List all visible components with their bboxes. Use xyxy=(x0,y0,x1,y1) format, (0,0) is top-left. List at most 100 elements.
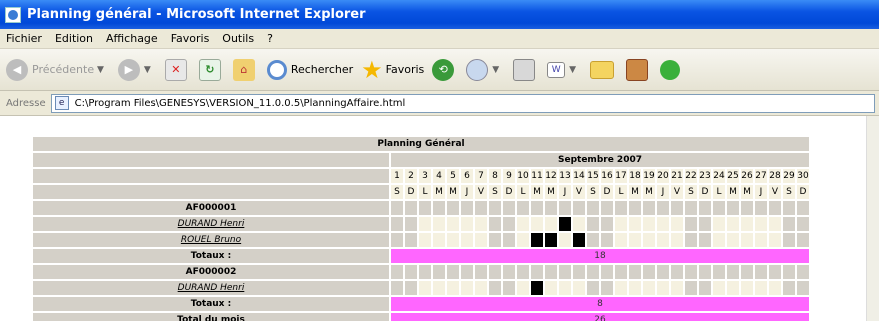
weekday-letter: M xyxy=(447,185,459,199)
messenger-icon xyxy=(660,59,681,80)
refresh-button[interactable]: ↻ xyxy=(198,58,225,81)
day-cell xyxy=(391,265,403,279)
day-number: 18 xyxy=(629,169,641,183)
day-number: 11 xyxy=(531,169,543,183)
mail-icon xyxy=(466,58,489,81)
weekday-letter: M xyxy=(433,185,445,199)
resource-name-link[interactable]: ROUEL Bruno xyxy=(33,233,389,247)
day-cell xyxy=(643,217,655,231)
forward-dropdown-icon[interactable]: ▼ xyxy=(144,65,151,75)
weekday-letter: L xyxy=(419,185,431,199)
resource-name-link[interactable]: DURAND Henri xyxy=(33,217,389,231)
day-cell xyxy=(643,265,655,279)
day-cell xyxy=(587,233,599,247)
menu-favoris[interactable]: Favoris xyxy=(171,32,210,45)
day-cell xyxy=(475,265,487,279)
day-cell xyxy=(741,265,753,279)
busy-day-cell xyxy=(531,281,543,295)
day-cell xyxy=(559,201,571,215)
page-content: Planning Général Septembre 2007 1 2 3 4 5 6 7 8 9 1… xyxy=(0,116,879,321)
back-button[interactable]: ◀ Précédente ▼ xyxy=(6,58,110,81)
day-cell xyxy=(433,281,445,295)
day-cell xyxy=(657,217,669,231)
day-cell xyxy=(797,201,809,215)
resource-name-link[interactable]: DURAND Henri xyxy=(33,281,389,295)
favorites-button[interactable]: ★ Favoris xyxy=(361,55,424,84)
weekday-letter: D xyxy=(601,185,613,199)
address-bar: Adresse e C:\Program Files\GENESYS\VERSI… xyxy=(0,91,879,116)
day-cell xyxy=(727,217,739,231)
menu-affichage[interactable]: Affichage xyxy=(106,32,158,45)
day-cell xyxy=(419,201,431,215)
folder-button[interactable] xyxy=(590,60,618,79)
address-input[interactable]: e C:\Program Files\GENESYS\VERSION_11.0.… xyxy=(50,93,875,113)
day-cell xyxy=(433,201,445,215)
day-number: 16 xyxy=(601,169,613,183)
day-number: 26 xyxy=(741,169,753,183)
day-cell xyxy=(713,233,725,247)
search-button[interactable]: Rechercher xyxy=(266,59,353,80)
weekday-letter: V xyxy=(475,185,487,199)
day-cell xyxy=(671,265,683,279)
mail-button[interactable]: ▼ xyxy=(466,58,505,81)
day-cell xyxy=(769,265,781,279)
edit-button[interactable]: W ▼ xyxy=(547,61,582,78)
day-cell xyxy=(797,233,809,247)
day-cell xyxy=(447,265,459,279)
day-cell xyxy=(657,265,669,279)
messenger-button[interactable] xyxy=(660,59,684,80)
weekday-letter: M xyxy=(741,185,753,199)
planning-title: Planning Général xyxy=(33,137,809,151)
day-cell xyxy=(559,265,571,279)
refresh-icon: ↻ xyxy=(198,58,221,81)
day-cell xyxy=(615,217,627,231)
day-number: 3 xyxy=(419,169,431,183)
day-cell xyxy=(755,233,767,247)
totals-value: 18 xyxy=(391,249,809,263)
back-dropdown-icon[interactable]: ▼ xyxy=(94,65,104,75)
day-cell xyxy=(769,217,781,231)
menu-fichier[interactable]: Fichier xyxy=(6,32,42,45)
day-cell xyxy=(419,281,431,295)
day-cell xyxy=(657,201,669,215)
weekday-letter: J xyxy=(755,185,767,199)
day-cell xyxy=(391,281,403,295)
day-cell xyxy=(503,233,515,247)
day-cell xyxy=(405,265,417,279)
menu-edition[interactable]: Edition xyxy=(55,32,93,45)
weekday-letter: J xyxy=(461,185,473,199)
forward-button[interactable]: ▶ ▼ xyxy=(117,58,157,81)
printer-icon xyxy=(513,58,536,81)
research-button[interactable] xyxy=(626,58,652,81)
menu-help[interactable]: ? xyxy=(267,32,273,45)
menu-outils[interactable]: Outils xyxy=(222,32,254,45)
day-cell xyxy=(755,201,767,215)
mail-dropdown-icon[interactable]: ▼ xyxy=(492,65,499,75)
star-icon: ★ xyxy=(361,55,383,84)
weekday-letter: L xyxy=(615,185,627,199)
home-button[interactable]: ⌂ xyxy=(232,58,259,81)
stop-button[interactable]: ✕ xyxy=(164,58,191,81)
day-cell xyxy=(587,217,599,231)
weekday-letter: D xyxy=(797,185,809,199)
day-cell xyxy=(629,281,641,295)
day-cell xyxy=(727,201,739,215)
day-cell xyxy=(503,265,515,279)
day-cell xyxy=(545,201,557,215)
weekday-letter: S xyxy=(587,185,599,199)
weekday-letter: V xyxy=(769,185,781,199)
day-cell xyxy=(517,265,529,279)
day-cell xyxy=(755,281,767,295)
vertical-scrollbar[interactable] xyxy=(866,116,879,321)
day-number: 4 xyxy=(433,169,445,183)
print-button[interactable] xyxy=(513,58,539,81)
history-button[interactable]: ⟲ xyxy=(432,58,458,81)
weekday-letter: L xyxy=(713,185,725,199)
day-cell xyxy=(531,217,543,231)
edit-dropdown-icon[interactable]: ▼ xyxy=(569,65,576,75)
day-number: 14 xyxy=(573,169,585,183)
day-cell xyxy=(447,233,459,247)
busy-day-cell xyxy=(573,233,585,247)
day-cell xyxy=(657,281,669,295)
books-icon xyxy=(626,58,649,81)
